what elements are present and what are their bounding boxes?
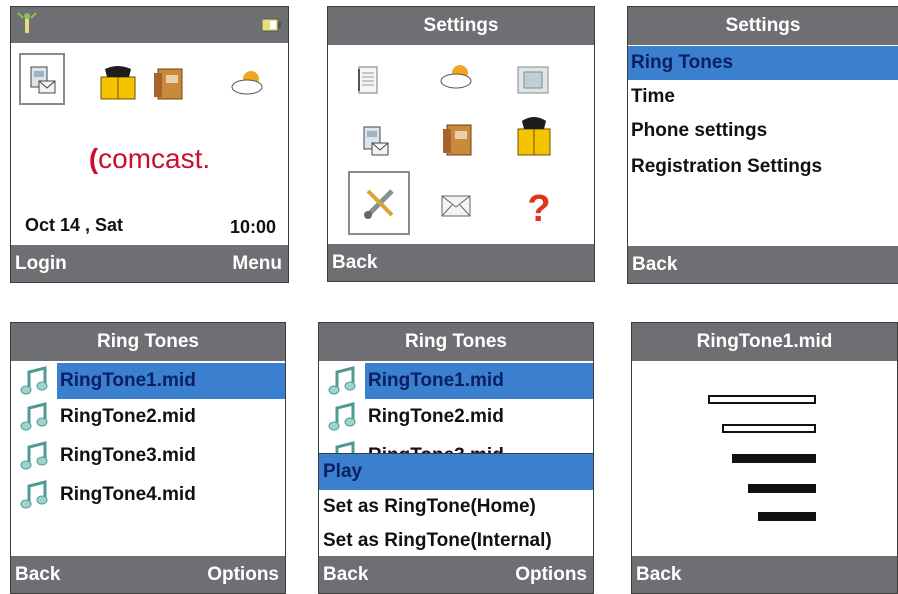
phone-book-icon[interactable] bbox=[514, 115, 554, 157]
address-book-icon[interactable] bbox=[441, 123, 475, 157]
screen-title: Ring Tones bbox=[11, 323, 285, 361]
idle-screen: (comcast. Oct 14 , Sat 10:00 Login Menu bbox=[10, 6, 289, 283]
music-note-icon bbox=[20, 366, 48, 395]
weather-icon[interactable] bbox=[229, 69, 269, 97]
ringtone-label: RingTone2.mid bbox=[60, 406, 196, 427]
ringtones-list-screen: Ring Tones RingTone1.mid RingTone2.mid R… bbox=[10, 322, 286, 594]
battery-icon bbox=[262, 18, 281, 32]
screen-title: RingTone1.mid bbox=[632, 323, 897, 361]
ringtone-label: RingTone1.mid bbox=[57, 363, 285, 399]
menu-item-label: Play bbox=[323, 461, 363, 482]
volume-bar-2 bbox=[722, 424, 816, 433]
settings-grid-screen: Settings ? Back bbox=[327, 6, 595, 282]
music-note-icon bbox=[20, 441, 48, 470]
options-softkey[interactable]: Options bbox=[207, 556, 279, 593]
list-item[interactable]: RingTone3.mid bbox=[11, 438, 285, 474]
list-item[interactable]: RingTone2.mid bbox=[319, 399, 593, 435]
volume-bar-5 bbox=[758, 512, 816, 521]
settings-item-label: Time bbox=[631, 86, 676, 107]
settings-item-label: Ring Tones bbox=[631, 52, 734, 73]
date-label: Oct 14 , Sat bbox=[25, 215, 124, 235]
media-icon[interactable] bbox=[516, 65, 550, 95]
contacts-icon[interactable] bbox=[362, 125, 390, 159]
weather-icon[interactable] bbox=[438, 63, 478, 91]
back-softkey[interactable]: Back bbox=[636, 556, 681, 593]
address-book-icon[interactable] bbox=[152, 67, 186, 101]
contacts-icon bbox=[30, 66, 56, 94]
soft-key-bar: Back bbox=[632, 556, 897, 593]
options-popup-menu: Play Set as RingTone(Home) Set as RingTo… bbox=[319, 453, 593, 558]
settings-item-time[interactable]: Time bbox=[628, 80, 898, 114]
mail-icon[interactable] bbox=[441, 195, 471, 217]
menu-item-label: Set as RingTone(Home) bbox=[323, 496, 536, 517]
ringtone-label: RingTone4.mid bbox=[60, 484, 196, 505]
back-softkey[interactable]: Back bbox=[15, 556, 60, 593]
soft-key-bar: Back bbox=[328, 244, 594, 281]
ringtone-label: RingTone2.mid bbox=[368, 406, 504, 427]
menu-item-label: Set as RingTone(Internal) bbox=[323, 530, 552, 551]
soft-key-bar: Back bbox=[628, 246, 898, 283]
list-item[interactable]: RingTone4.mid bbox=[11, 477, 285, 513]
signal-icon bbox=[17, 12, 37, 33]
svg-text:?: ? bbox=[527, 188, 550, 227]
contacts-icon-selected-frame[interactable] bbox=[19, 53, 65, 105]
help-icon[interactable]: ? bbox=[526, 187, 552, 227]
time-label: 10:00 bbox=[229, 217, 276, 237]
music-note-icon bbox=[328, 402, 356, 431]
list-item[interactable]: RingTone1.mid bbox=[319, 363, 593, 399]
comcast-logo: (comcast. bbox=[88, 143, 211, 174]
tools-icon-selected-frame[interactable] bbox=[348, 171, 410, 235]
screen-title: Ring Tones bbox=[319, 323, 593, 361]
back-softkey[interactable]: Back bbox=[323, 556, 368, 593]
status-bar bbox=[11, 7, 288, 43]
ringtone-label: RingTone1.mid bbox=[365, 363, 593, 399]
menu-item-set-ringtone-home[interactable]: Set as RingTone(Home) bbox=[319, 490, 593, 524]
settings-item-ring-tones[interactable]: Ring Tones bbox=[628, 46, 898, 80]
volume-bar-1 bbox=[708, 395, 816, 404]
settings-list-screen: Settings Ring Tones Time Phone settings … bbox=[627, 6, 898, 284]
menu-item-play[interactable]: Play bbox=[319, 454, 593, 490]
menu-item-set-ringtone-internal[interactable]: Set as RingTone(Internal) bbox=[319, 524, 593, 558]
settings-item-phone-settings[interactable]: Phone settings bbox=[628, 114, 898, 148]
ringtones-options-screen: Ring Tones RingTone1.mid RingTone2.mid R… bbox=[318, 322, 594, 594]
settings-item-registration-settings[interactable]: Registration Settings bbox=[628, 150, 898, 184]
soft-key-bar: Login Menu bbox=[11, 245, 288, 282]
options-softkey[interactable]: Options bbox=[515, 556, 587, 593]
settings-item-label: Registration Settings bbox=[631, 156, 823, 177]
settings-item-label: Phone settings bbox=[631, 120, 768, 141]
back-softkey[interactable]: Back bbox=[632, 246, 677, 283]
notepad-icon[interactable] bbox=[356, 65, 380, 95]
music-note-icon bbox=[20, 402, 48, 431]
soft-key-bar: Back Options bbox=[319, 556, 593, 593]
ringtone-volume-screen: RingTone1.mid Back bbox=[631, 322, 898, 594]
brand-text: comcast bbox=[98, 143, 203, 174]
soft-key-bar: Back Options bbox=[11, 556, 285, 593]
list-item[interactable]: RingTone2.mid bbox=[11, 399, 285, 435]
volume-bar-3 bbox=[732, 454, 816, 463]
tools-icon bbox=[364, 189, 394, 219]
music-note-icon bbox=[20, 480, 48, 509]
music-note-icon bbox=[328, 366, 356, 395]
ringtone-label: RingTone3.mid bbox=[60, 445, 196, 466]
volume-bar-4 bbox=[748, 484, 816, 493]
list-item[interactable]: RingTone1.mid bbox=[11, 363, 285, 399]
screen-title: Settings bbox=[628, 7, 898, 45]
menu-softkey[interactable]: Menu bbox=[232, 245, 282, 282]
back-softkey[interactable]: Back bbox=[332, 244, 377, 281]
phone-book-icon[interactable] bbox=[97, 65, 139, 101]
screen-title: Settings bbox=[328, 7, 594, 45]
login-softkey[interactable]: Login bbox=[15, 245, 67, 282]
